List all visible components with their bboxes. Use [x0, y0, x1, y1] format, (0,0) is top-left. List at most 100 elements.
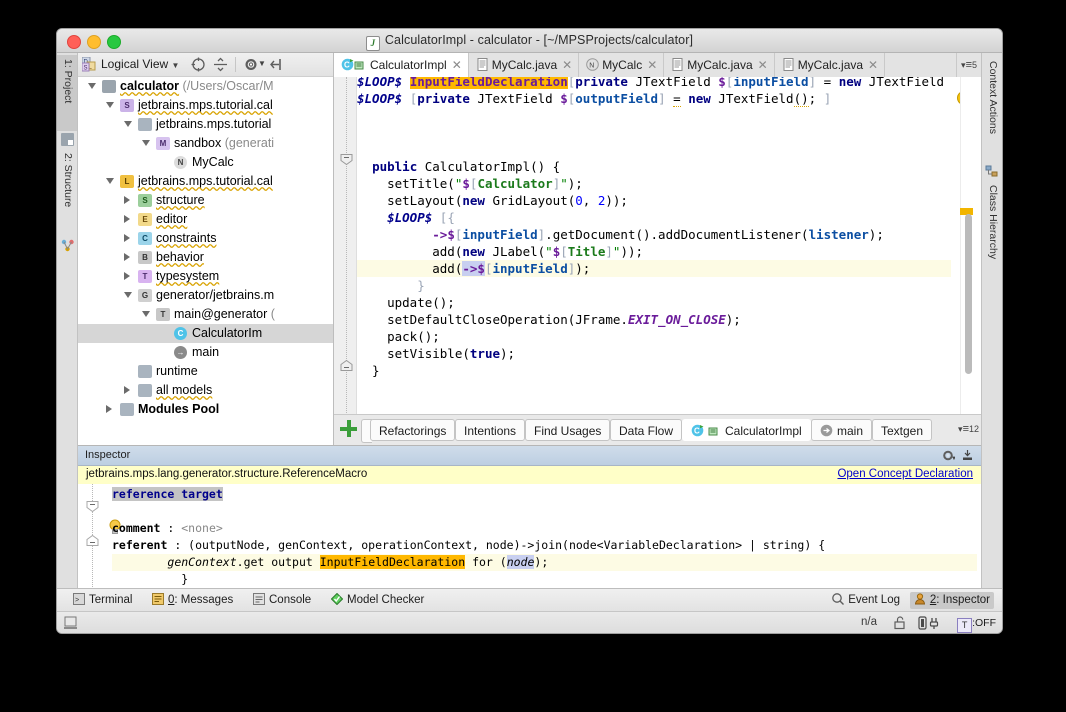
tree-twisty-expanded-icon[interactable] [124, 292, 132, 298]
tree-item-jetbrains-mps-tutorial[interactable]: jetbrains.mps.tutorial [78, 115, 333, 134]
tree-item-constraints[interactable]: Cconstraints [78, 229, 333, 248]
code-editor[interactable]: $LOOP$ InputFieldDeclaration[private JTe… [334, 77, 981, 415]
close-icon[interactable]: ✕ [868, 58, 878, 72]
tree-item-editor[interactable]: Eeditor [78, 210, 333, 229]
solution-icon: S [120, 99, 134, 112]
bottom-tab-count: 12 [969, 424, 979, 434]
editor-tab-mycalc[interactable]: NMyCalc✕ [579, 53, 664, 77]
tree-twisty-expanded-icon[interactable] [142, 311, 150, 317]
method-icon: → [174, 346, 187, 359]
tree-item-behavior[interactable]: Bbehavior [78, 248, 333, 267]
close-icon[interactable]: ✕ [452, 58, 462, 72]
editor-tab-count: 5 [972, 60, 977, 70]
fold-expand-icon[interactable] [340, 360, 353, 370]
tree-twisty-collapsed-icon[interactable] [124, 196, 130, 204]
collapse-all-icon[interactable] [213, 57, 228, 72]
tree-twisty-expanded-icon[interactable] [142, 140, 150, 146]
tree-item-calculator[interactable]: calculator (/Users/Oscar/M [78, 77, 333, 96]
tree-twisty-expanded-icon[interactable] [88, 83, 96, 89]
unlocked-icon[interactable] [893, 616, 907, 630]
tree-item-mycalc[interactable]: NMyCalc [78, 153, 333, 172]
tool-tab-project[interactable]: 1: Project [57, 55, 77, 131]
bottom-tab-data-flow[interactable]: Data Flow [610, 419, 682, 441]
tool-window-button-event-log[interactable]: Event Log [828, 592, 904, 609]
inspector-hide-icon[interactable] [962, 450, 973, 461]
bottom-tab-main[interactable]: main [811, 419, 872, 441]
tree-twisty-collapsed-icon[interactable] [124, 215, 130, 223]
editor-tab-bar[interactable]: CCalculatorImpl✕MyCalc.java✕NMyCalc✕MyCa… [334, 53, 981, 78]
tree-twisty-expanded-icon[interactable] [106, 178, 114, 184]
tree-item-sandbox[interactable]: Msandbox (generati [78, 134, 333, 153]
typing-toggle[interactable]: T:OFF [957, 616, 996, 630]
bottom-tab-refactorings[interactable]: Refactorings [370, 419, 455, 441]
tree-item-structure[interactable]: Sstructure [78, 191, 333, 210]
inspector-concept-bar: jetbrains.mps.lang.generator.structure.R… [78, 466, 981, 485]
tree-item-main-generator[interactable]: Tmain@generator ( [78, 305, 333, 324]
editor-tab-mycalc-java[interactable]: MyCalc.java✕ [664, 53, 774, 77]
tool-tab-structure[interactable]: 2: Structure [57, 149, 77, 235]
template-badge-icon [354, 55, 367, 68]
editor-tab-calculatorimpl[interactable]: CCalculatorImpl✕ [334, 53, 469, 77]
typing-toggle-key: T [957, 618, 972, 633]
tool-tab-context-actions[interactable]: Context Actions [982, 57, 1002, 138]
open-concept-declaration-link[interactable]: Open Concept Declaration [837, 468, 973, 480]
status-bar: n/a T:OFF [57, 611, 1002, 634]
tree-twisty-collapsed-icon[interactable] [106, 405, 112, 413]
inspector-gear-icon[interactable]: ▼ [942, 449, 955, 462]
inspector-body[interactable]: reference target comment : <none>referen… [78, 484, 981, 589]
bottom-tab-textgen[interactable]: Textgen [872, 419, 932, 441]
tree-item-modules-pool[interactable]: Modules Pool [78, 400, 333, 419]
bottom-tab-intentions[interactable]: Intentions [455, 419, 525, 441]
inspector-code[interactable]: reference target comment : <none>referen… [112, 486, 977, 589]
add-tab-button[interactable] [340, 420, 357, 437]
caret-position: n/a [861, 616, 877, 628]
bottom-tab-label: Refactorings [379, 424, 446, 438]
editor-tab-overflow-menu[interactable]: ▾≡5 [956, 53, 981, 77]
tree-twisty-collapsed-icon[interactable] [124, 253, 130, 261]
tool-window-button-terminal[interactable]: >Terminal [69, 592, 136, 609]
tree-item-jetbrains-mps-tutorial-cal[interactable]: Ljetbrains.mps.tutorial.cal [78, 172, 333, 191]
battery-plug-icon[interactable] [918, 616, 940, 630]
tool-tab-class-hierarchy[interactable]: Class Hierarchy [982, 181, 1002, 263]
memory-indicator-icon[interactable] [64, 616, 77, 630]
editor-scrollbar-thumb[interactable] [965, 214, 972, 374]
tree-item-main[interactable]: →main [78, 343, 333, 362]
target-icon[interactable] [191, 57, 206, 72]
close-icon[interactable]: ✕ [647, 58, 657, 72]
inspector-fold-collapse-icon[interactable] [86, 501, 99, 511]
tree-twisty-collapsed-icon[interactable] [124, 386, 130, 394]
messages-icon [152, 593, 164, 605]
bottom-tab-overflow-menu[interactable]: ▾≡12 [958, 423, 979, 435]
bottom-tab-calculatorimpl[interactable]: CCalculatorImpl [682, 419, 811, 441]
tree-twisty-collapsed-icon[interactable] [124, 234, 130, 242]
editor-tab-mycalc-java[interactable]: MyCalc.java✕ [775, 53, 885, 77]
tree-twisty-expanded-icon[interactable] [106, 102, 114, 108]
tree-item-all-models[interactable]: all models [78, 381, 333, 400]
tree-item-jetbrains-mps-tutorial-cal[interactable]: Sjetbrains.mps.tutorial.cal [78, 96, 333, 115]
tree-item-calculatorim[interactable]: CCalculatorIm [78, 324, 333, 343]
bottom-tab-find-usages[interactable]: Find Usages [525, 419, 610, 441]
gear-chevron-icon[interactable]: ▼ [258, 59, 266, 68]
tree-twisty-expanded-icon[interactable] [124, 121, 132, 127]
close-icon[interactable]: ✕ [562, 58, 572, 72]
tree-item-label: editor [156, 210, 187, 229]
tree-twisty-collapsed-icon[interactable] [124, 272, 130, 280]
tool-window-button-console[interactable]: Console [249, 592, 315, 609]
inspector-fold-expand-icon[interactable] [86, 535, 99, 545]
logical-view-selector[interactable]: Logical View ▼ [101, 57, 179, 71]
code-text[interactable]: $LOOP$ InputFieldDeclaration[private JTe… [357, 77, 951, 415]
java-doc-icon [671, 55, 684, 68]
settings-gear-icon[interactable] [244, 57, 259, 72]
tool-window-button-2-inspector[interactable]: 2: Inspector [910, 592, 994, 609]
autoscroll-icon[interactable] [269, 57, 284, 72]
tree-item-typesystem[interactable]: Ttypesystem [78, 267, 333, 286]
fold-collapse-icon[interactable] [340, 154, 353, 164]
svg-text:S: S [84, 66, 88, 72]
close-icon[interactable]: ✕ [758, 58, 768, 72]
svg-text:>: > [75, 597, 79, 605]
tree-item-generator-jetbrains-m[interactable]: Ggenerator/jetbrains.m [78, 286, 333, 305]
tool-window-button-model-checker[interactable]: Model Checker [327, 592, 428, 609]
editor-tab-mycalc-java[interactable]: MyCalc.java✕ [469, 53, 579, 77]
tool-window-button-0-messages[interactable]: 0: Messages [148, 592, 237, 609]
tree-item-runtime[interactable]: runtime [78, 362, 333, 381]
